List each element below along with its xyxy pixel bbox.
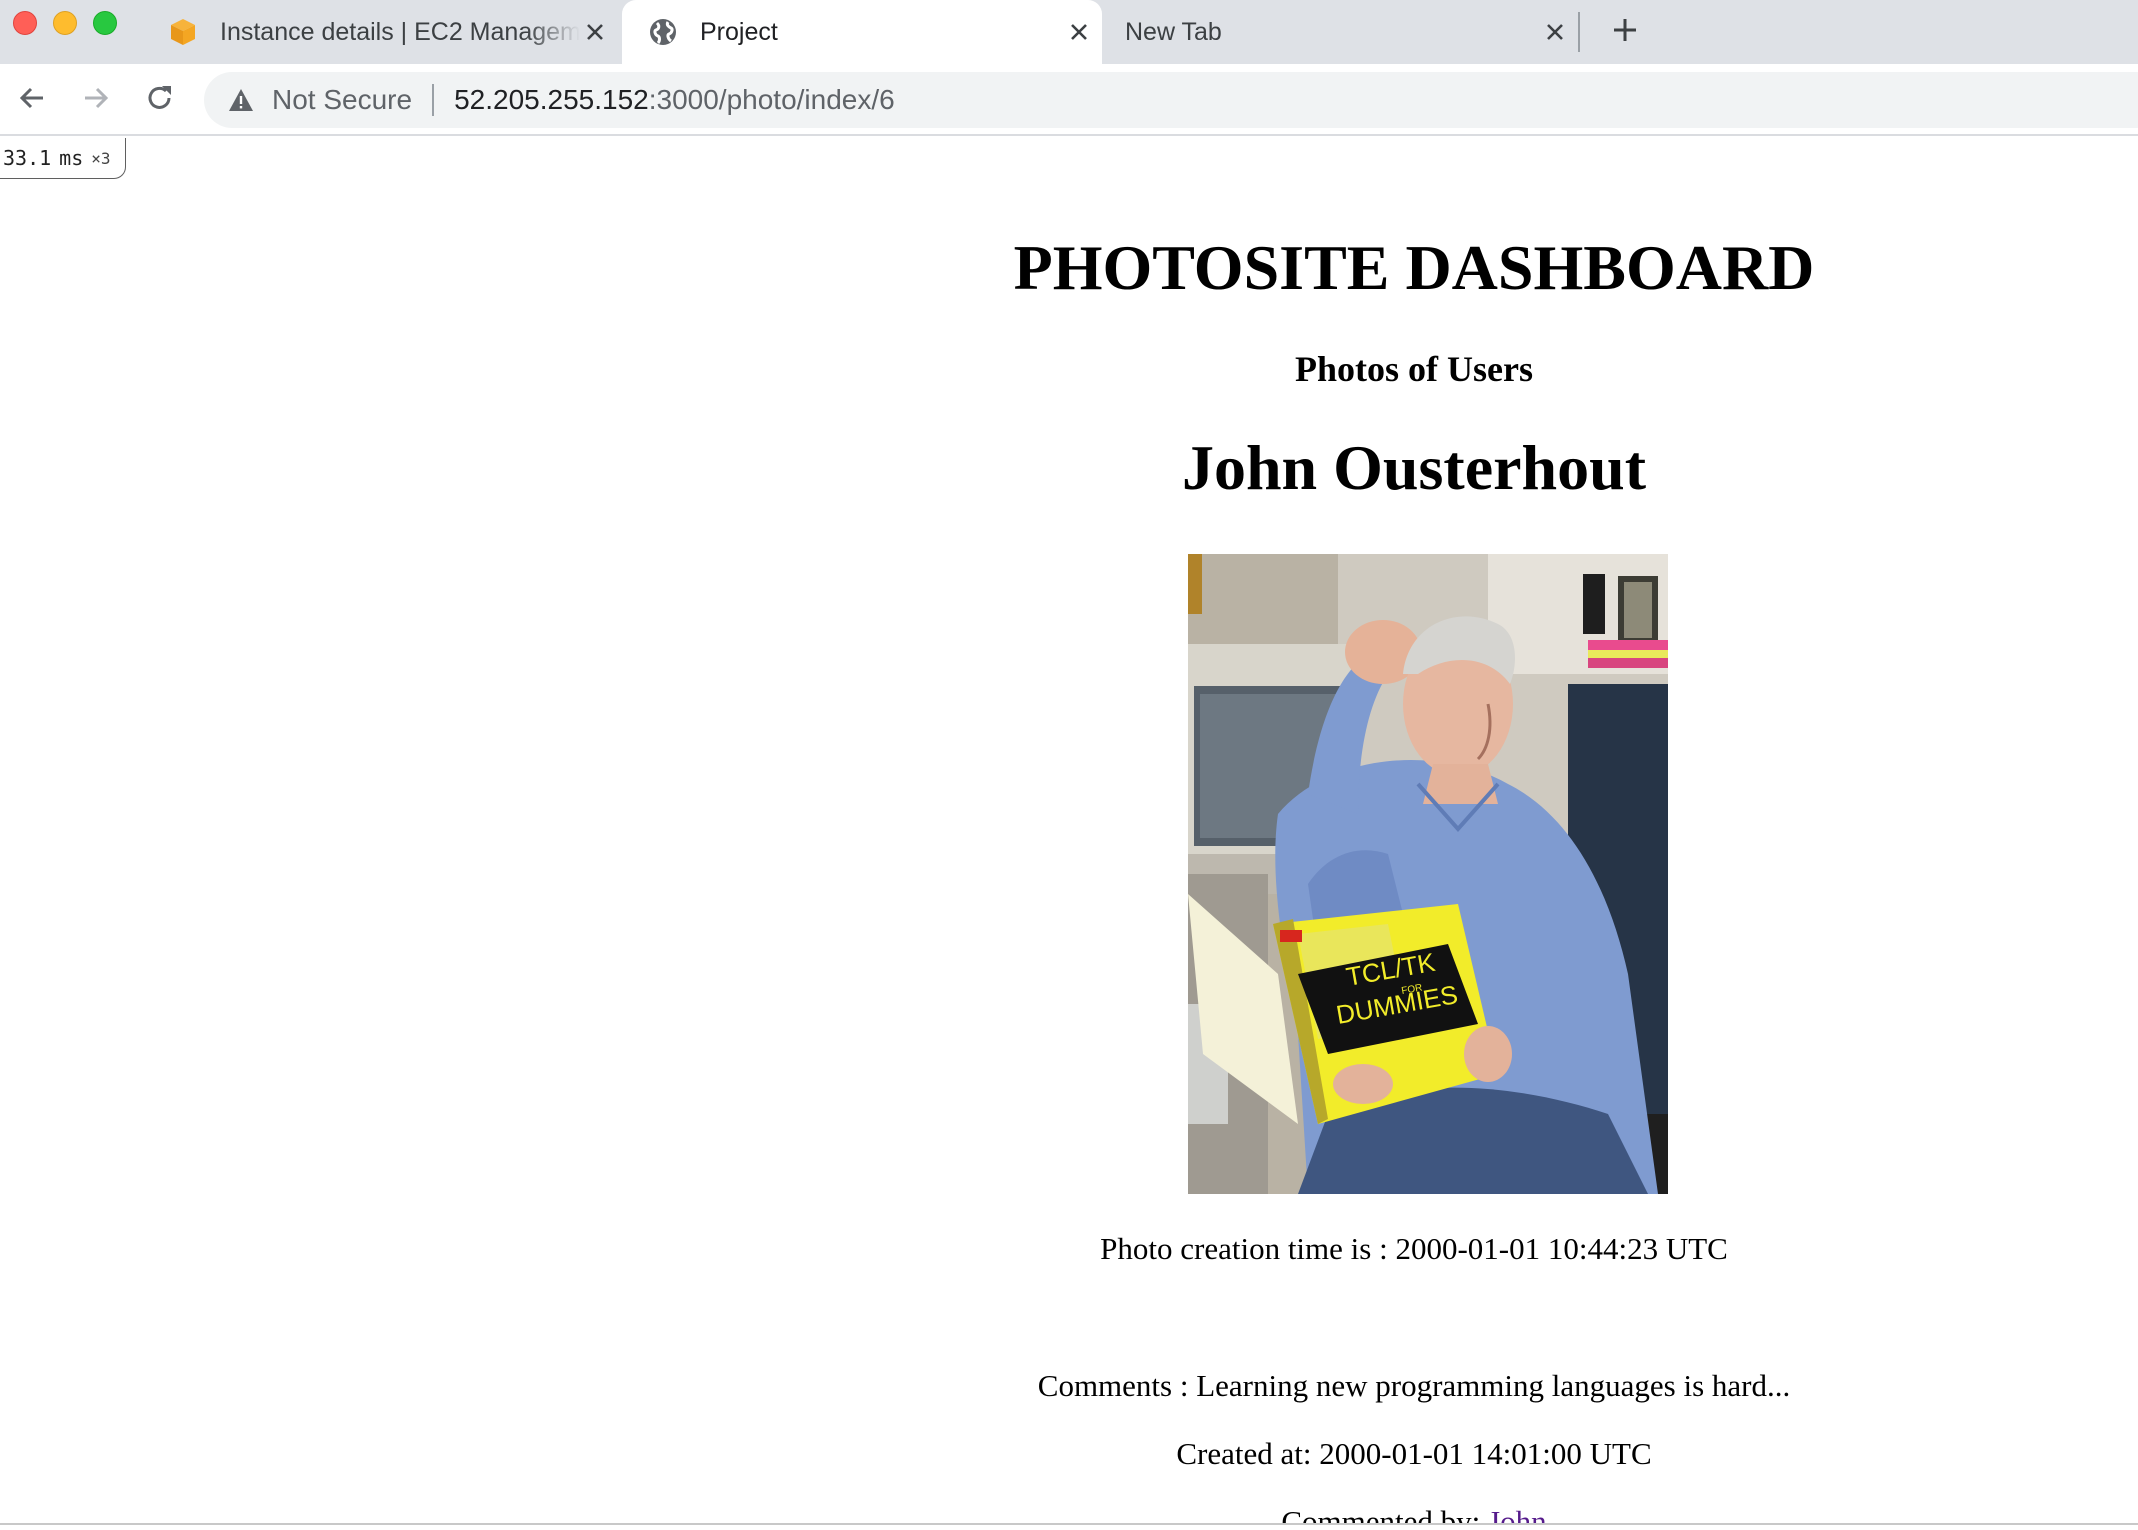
close-tab-icon[interactable] (1064, 17, 1094, 47)
comment-text: Comments : Learning new programming lang… (1037, 1368, 1791, 1403)
commented-by: Commented by: John (600, 1504, 2138, 1523)
url-host: 52.205.255.152 (454, 84, 649, 115)
page-title: PHOTOSITE DASHBOARD (1013, 232, 1815, 303)
address-separator (432, 84, 435, 116)
arrow-right-icon (80, 82, 112, 119)
photo-creation-time: Photo creation time is : 2000-01-01 10:4… (1100, 1231, 1728, 1266)
page-bottom-edge (0, 1523, 2138, 1525)
tab-project[interactable]: Project (622, 0, 1102, 64)
security-label[interactable]: Not Secure (272, 84, 412, 116)
close-tab-icon[interactable] (580, 17, 610, 47)
perf-unit: ms (59, 146, 84, 170)
tab-label: Instance details | EC2 Management Consol… (220, 17, 580, 46)
browser-toolbar: Not Secure 52.205.255.152:3000/photo/ind… (0, 64, 2138, 136)
minimize-window-button[interactable] (53, 11, 77, 35)
address-bar[interactable]: Not Secure 52.205.255.152:3000/photo/ind… (204, 72, 2138, 128)
maximize-window-button[interactable] (93, 11, 117, 35)
new-tab-button[interactable] (1605, 12, 1645, 52)
page-content: 33.1 ms ×3 PHOTOSITE DASHBOARD Photos of… (0, 138, 2138, 1523)
url-path: :3000/photo/index/6 (648, 84, 895, 115)
back-button[interactable] (12, 80, 52, 120)
commenter-link[interactable]: John (1488, 1504, 1547, 1523)
tab-strip: Instance details | EC2 Management Consol… (0, 0, 2138, 64)
reload-icon (144, 82, 176, 119)
tab-divider (1578, 12, 1580, 52)
arrow-left-icon (16, 82, 48, 119)
tab-ec2-instance-details[interactable]: Instance details | EC2 Management Consol… (160, 0, 610, 64)
tab-label: Project (700, 17, 778, 46)
warning-icon[interactable] (228, 85, 258, 115)
perf-multiplier: ×3 (91, 148, 111, 168)
performance-badge: 33.1 ms ×3 (0, 138, 126, 179)
user-name-heading: John Ousterhout (1181, 432, 1647, 503)
tab-label: New Tab (1125, 17, 1222, 46)
aws-box-icon (168, 16, 200, 48)
page-subtitle: Photos of Users (1295, 349, 1533, 389)
comment-created-at: Created at: 2000-01-01 14:01:00 UTC (1176, 1436, 1652, 1471)
perf-time: 33.1 (3, 146, 52, 170)
close-tab-icon[interactable] (1540, 17, 1570, 47)
reload-button[interactable] (140, 80, 180, 120)
close-window-button[interactable] (13, 11, 37, 35)
user-photo: TCL/TK FOR DUMMIES (1188, 554, 1668, 1194)
forward-button[interactable] (76, 80, 116, 120)
plus-icon (1611, 16, 1639, 49)
globe-icon (648, 16, 680, 48)
tab-new-tab[interactable]: New Tab (1110, 0, 1570, 64)
commented-by-label: Commented by: (1281, 1504, 1489, 1523)
